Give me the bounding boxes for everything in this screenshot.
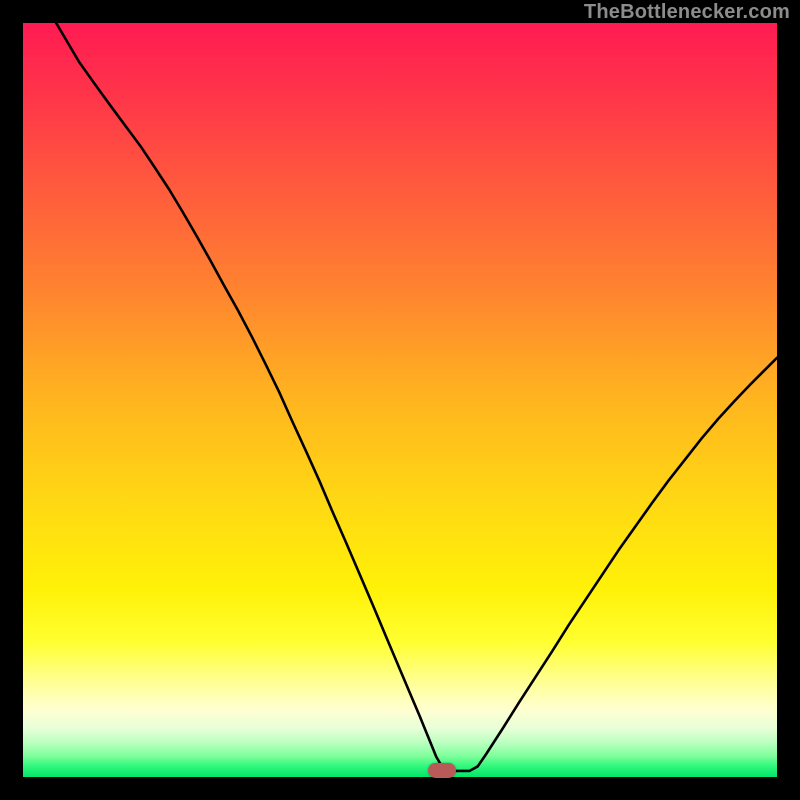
current-point-marker — [428, 763, 456, 778]
line-chart — [0, 0, 800, 800]
plot-background — [23, 23, 777, 777]
chart-stage: { "watermark": { "text": "TheBottlenecke… — [0, 0, 800, 800]
watermark-text: TheBottlenecker.com — [584, 1, 790, 24]
